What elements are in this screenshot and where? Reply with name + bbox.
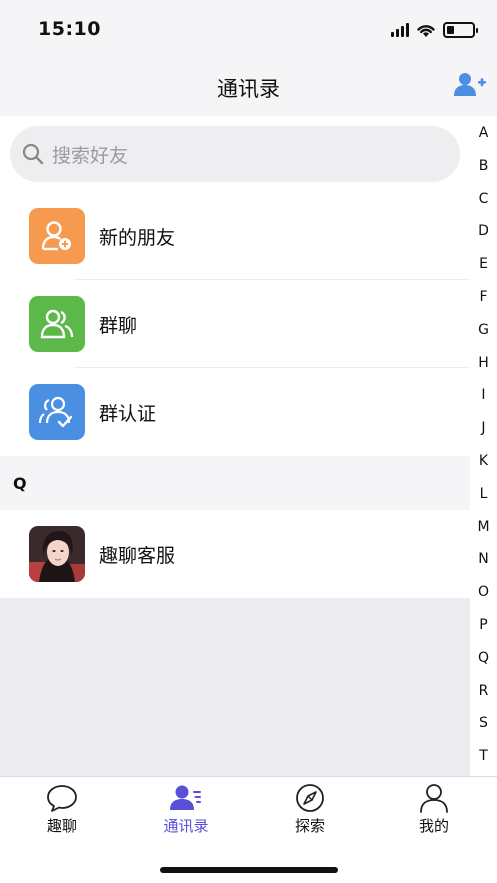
index-letter-e[interactable]: E	[470, 256, 497, 272]
index-letter-o[interactable]: O	[470, 584, 497, 600]
tab-chats[interactable]: 趣聊	[0, 783, 124, 836]
contact-row[interactable]: 趣聊客服	[0, 510, 470, 598]
status-bar: 15:10	[0, 0, 497, 58]
index-letter-j[interactable]: J	[470, 420, 497, 436]
compass-icon	[296, 784, 324, 812]
battery-icon	[443, 22, 478, 38]
contact-name: 趣聊客服	[99, 544, 176, 567]
index-letter-k[interactable]: K	[470, 453, 497, 469]
tab-label: 趣聊	[46, 817, 77, 835]
chat-bubble-icon	[47, 785, 77, 812]
tab-label: 探索	[294, 817, 325, 835]
home-indicator	[160, 867, 338, 873]
menu-list: 新的朋友 群聊 群认证	[0, 192, 470, 456]
menu-item-label: 群认证	[99, 402, 157, 425]
group-chat-item[interactable]: 群聊	[0, 280, 470, 368]
tab-bar: 趣聊 通讯录 探索 我的	[0, 776, 497, 883]
index-letter-l[interactable]: L	[470, 486, 497, 502]
index-letter-c[interactable]: C	[470, 191, 497, 207]
tab-contacts[interactable]: 通讯录	[124, 783, 248, 836]
add-person-icon	[29, 208, 85, 264]
tab-profile[interactable]: 我的	[372, 783, 496, 836]
search-input[interactable]: 搜索好友	[10, 126, 460, 182]
group-verification-item[interactable]: 群认证	[0, 368, 470, 456]
search-bar: 搜索好友	[0, 116, 470, 192]
search-icon	[22, 143, 44, 165]
index-letter-a[interactable]: A	[470, 125, 497, 141]
verified-group-icon	[29, 384, 85, 440]
index-letter-n[interactable]: N	[470, 551, 497, 567]
contacts-list: 搜索好友 新的朋友 群聊 群认证 Q 趣聊客服	[0, 116, 470, 598]
index-letter-p[interactable]: P	[470, 617, 497, 633]
index-letter-g[interactable]: G	[470, 322, 497, 338]
index-letter-d[interactable]: D	[470, 223, 497, 239]
alphabet-index[interactable]: A B CD E F G HI J K L MN O P Q RS T	[470, 116, 497, 776]
profile-icon	[420, 784, 448, 813]
group-icon	[29, 296, 85, 352]
menu-item-label: 新的朋友	[99, 226, 176, 249]
index-letter-b[interactable]: B	[470, 158, 497, 174]
contacts-content: 搜索好友 新的朋友 群聊 群认证 Q 趣聊客服	[0, 116, 497, 777]
index-letter-t[interactable]: T	[470, 748, 497, 764]
wifi-icon	[417, 24, 435, 37]
section-header-q: Q	[0, 456, 470, 510]
page-title: 通讯录	[217, 77, 280, 101]
index-letter-m[interactable]: M	[470, 519, 497, 535]
add-friend-button[interactable]	[453, 68, 487, 102]
tab-explore[interactable]: 探索	[248, 783, 372, 836]
signal-icon	[391, 23, 409, 37]
index-letter-q[interactable]: Q	[470, 650, 497, 666]
contacts-icon	[170, 785, 201, 810]
menu-item-label: 群聊	[99, 314, 138, 337]
tab-label: 我的	[418, 817, 449, 835]
search-placeholder: 搜索好友	[52, 144, 129, 167]
index-letter-s[interactable]: S	[470, 715, 497, 731]
contact-list-q: 趣聊客服	[0, 510, 470, 598]
avatar	[29, 526, 85, 582]
status-icons	[391, 20, 478, 40]
new-friends-item[interactable]: 新的朋友	[0, 192, 470, 280]
tab-label: 通讯录	[163, 817, 209, 835]
contacts-screen: 15:10 通讯录 搜索好友 新的朋友 群聊 群认证 Q 趣聊客服 A B C …	[0, 0, 497, 883]
index-letter-i[interactable]: I	[470, 387, 497, 403]
status-time: 15:10	[38, 18, 101, 40]
nav-bar: 通讯录	[0, 58, 497, 116]
index-letter-f[interactable]: F	[470, 289, 497, 305]
index-letter-h[interactable]: H	[470, 355, 497, 371]
add-user-icon	[454, 73, 486, 96]
index-letter-r[interactable]: R	[470, 683, 497, 699]
